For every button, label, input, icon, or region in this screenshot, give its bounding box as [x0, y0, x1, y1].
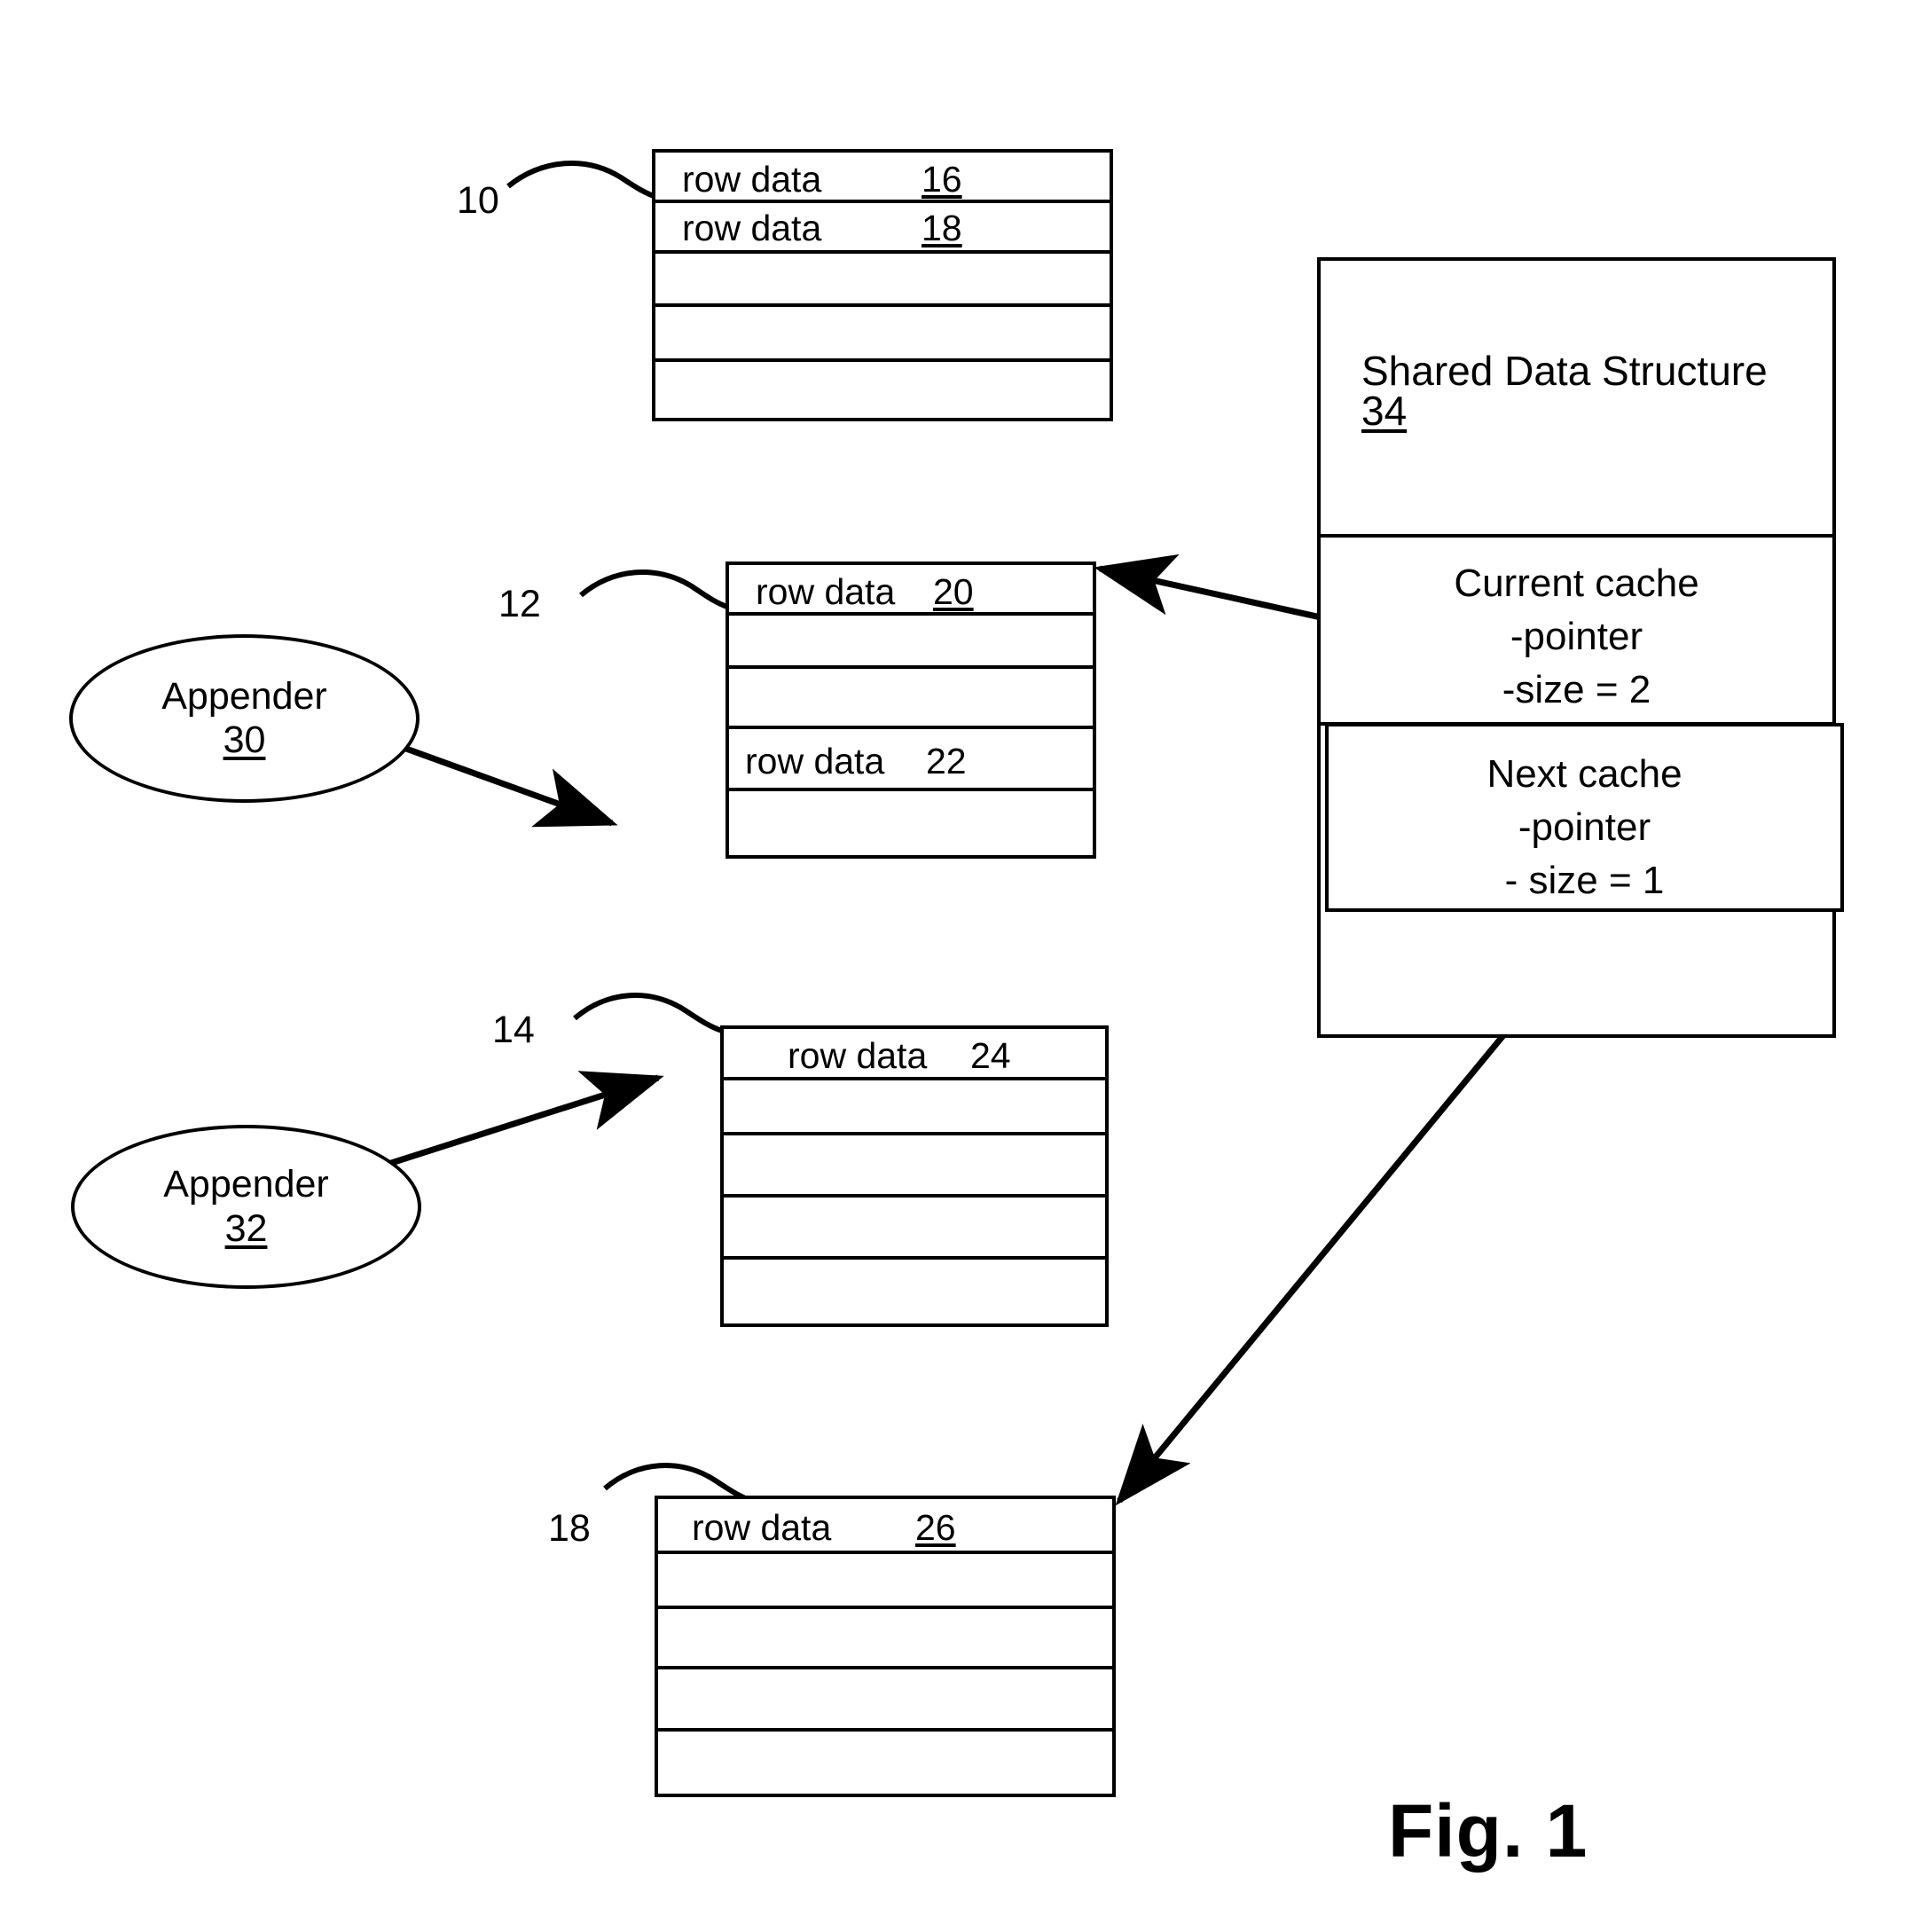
- current-cache-name: Current cache: [1454, 562, 1699, 605]
- lead-line-14: [573, 993, 723, 1033]
- reference-numeral-12: 12: [498, 583, 541, 625]
- cache-table-18[interactable]: row data 26: [655, 1496, 1116, 1797]
- table-row: row data 18: [655, 203, 1110, 254]
- table-row: row data 24: [724, 1029, 1105, 1080]
- sds-title-cell: Shared Data Structure 34: [1321, 261, 1832, 538]
- reference-numeral-18: 18: [548, 1507, 591, 1550]
- lead-line-10: [506, 161, 657, 200]
- appender-label: Appender: [161, 674, 327, 718]
- table-row: [658, 1732, 1112, 1794]
- row-data-ref: 22: [926, 741, 967, 781]
- appender-32[interactable]: Appender 32: [71, 1125, 421, 1289]
- next-cache-body: Next cache -pointer - size = 1: [1329, 726, 1840, 907]
- row-data-label: row data: [756, 571, 896, 612]
- table-row: [724, 1198, 1105, 1260]
- row-data-ref: 24: [970, 1035, 1011, 1076]
- table-row: row data 22: [729, 729, 1093, 791]
- row-data-label: row data: [682, 208, 822, 248]
- table-row: [724, 1260, 1105, 1323]
- next-cache-pointer: -pointer: [1518, 805, 1651, 849]
- row-data-label: row data: [682, 159, 822, 200]
- table-row: [658, 1669, 1112, 1732]
- row-data-label: row data: [692, 1507, 832, 1548]
- current-cache-size: -size = 2: [1502, 667, 1651, 711]
- row-data-ref: 16: [922, 159, 962, 200]
- current-cache-cell[interactable]: Current cache -pointer -size = 2: [1321, 538, 1832, 726]
- cache-table-14[interactable]: row data 24: [720, 1025, 1109, 1327]
- row-data-ref: 26: [915, 1507, 956, 1548]
- appender-label: Appender: [163, 1163, 329, 1206]
- table-row: [729, 791, 1093, 855]
- cache-table-12[interactable]: row data 20 row data 22: [726, 562, 1096, 859]
- reference-numeral-14: 14: [492, 1009, 535, 1051]
- table-row: row data 26: [658, 1499, 1112, 1554]
- lead-line-12: [579, 569, 729, 609]
- current-cache-pointer: -pointer: [1510, 614, 1643, 658]
- row-data-label: row data: [745, 741, 885, 781]
- shared-data-structure[interactable]: Shared Data Structure 34 Current cache -…: [1317, 257, 1836, 1038]
- table-row: [658, 1609, 1112, 1669]
- table-row: [729, 616, 1093, 669]
- patent-figure: row data 16 row data 18 10 row data 20 r…: [0, 0, 1906, 1932]
- next-cache-size: - size = 1: [1504, 858, 1665, 902]
- appender-reference-numeral: 30: [223, 719, 266, 761]
- row-data-ref: 18: [922, 208, 962, 248]
- reference-numeral-10: 10: [457, 179, 499, 222]
- figure-caption: Fig. 1: [1388, 1789, 1588, 1873]
- table-row: [724, 1080, 1105, 1135]
- row-data-ref: 20: [933, 571, 974, 612]
- table-row: [658, 1554, 1112, 1609]
- table-row: row data 20: [729, 565, 1093, 616]
- next-cache-name: Next cache: [1486, 752, 1682, 796]
- table-row: [655, 362, 1110, 418]
- table-row: row data 16: [655, 153, 1110, 203]
- table-row: [655, 254, 1110, 307]
- appender-32-link: [305, 1071, 664, 1217]
- current-cache-body: Current cache -pointer -size = 2: [1321, 538, 1832, 716]
- table-row: [724, 1135, 1105, 1198]
- sds-reference-numeral: 34: [1361, 388, 1408, 434]
- appender-30[interactable]: Appender 30: [69, 634, 420, 803]
- table-row: [655, 307, 1110, 362]
- appender-reference-numeral: 32: [224, 1206, 268, 1250]
- row-data-label: row data: [788, 1035, 928, 1076]
- cache-table-10[interactable]: row data 16 row data 18: [652, 149, 1113, 421]
- next-cache-cell[interactable]: Next cache -pointer - size = 1: [1325, 723, 1844, 912]
- page-title: Shared Data Structure: [1361, 348, 1768, 394]
- table-row: [729, 669, 1093, 729]
